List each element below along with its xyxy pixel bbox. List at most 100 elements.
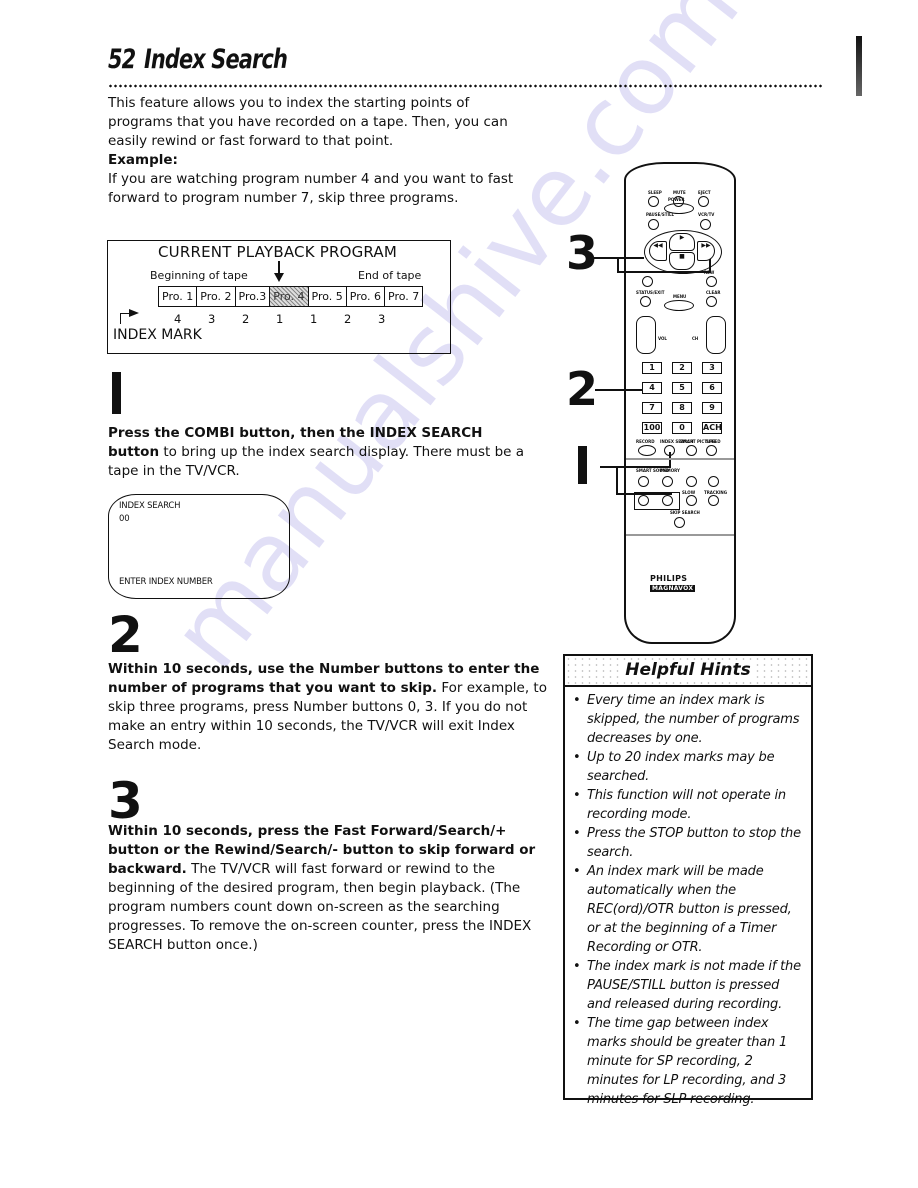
smart-picture-button[interactable] bbox=[686, 445, 697, 456]
program-cell: Pro. 7 bbox=[388, 290, 420, 303]
program-cell-current: Pro. 4 bbox=[270, 287, 309, 306]
slow-up-button[interactable] bbox=[686, 476, 697, 487]
index-mark-diagram: CURRENT PLAYBACK PROGRAM Beginning of ta… bbox=[107, 240, 451, 354]
smart-sound-button[interactable] bbox=[638, 476, 649, 487]
hints-title: Helpful Hints bbox=[622, 660, 754, 680]
program-cell: Pro. 2 bbox=[197, 287, 236, 306]
remote-divider bbox=[626, 534, 734, 536]
page-heading: Index Search bbox=[143, 44, 288, 75]
clock-button[interactable] bbox=[638, 495, 649, 506]
beginning-of-tape-label: Beginning of tape bbox=[150, 269, 248, 282]
status-exit-button[interactable] bbox=[640, 296, 651, 307]
tracking-label: TRACKING bbox=[704, 490, 728, 495]
memory-label: MEMORY bbox=[660, 468, 680, 473]
skip-count: 2 bbox=[344, 312, 352, 326]
number-key[interactable]: 0 bbox=[672, 422, 692, 434]
volume-rocker[interactable] bbox=[636, 316, 656, 354]
memory-button[interactable] bbox=[662, 476, 673, 487]
callout-line bbox=[617, 257, 619, 271]
hint-item: An index mark will be made automatically… bbox=[573, 862, 805, 957]
skip-search-button[interactable] bbox=[674, 517, 685, 528]
ch-label: CH bbox=[692, 336, 699, 341]
hint-item: Press the STOP button to stop the search… bbox=[573, 824, 805, 862]
example-label: Example: bbox=[108, 152, 178, 168]
remote-control: SLEEP MUTE EJECT PAUSE/STILL POWER VCR/T… bbox=[624, 162, 736, 644]
number-key[interactable]: 1 bbox=[642, 362, 662, 374]
step-3-number: 3 bbox=[108, 772, 143, 830]
clear-button[interactable] bbox=[706, 296, 717, 307]
channel-rocker[interactable] bbox=[706, 316, 726, 354]
step-1-text: Press the COMBI button, then the INDEX S… bbox=[108, 424, 538, 481]
number-key[interactable]: ACH bbox=[702, 422, 722, 434]
skip-count: 3 bbox=[378, 312, 386, 326]
right-button[interactable] bbox=[706, 276, 717, 287]
record-otr-button[interactable] bbox=[638, 445, 656, 456]
combi-button[interactable] bbox=[662, 495, 673, 506]
speed-button[interactable] bbox=[706, 445, 717, 456]
dotted-divider bbox=[108, 84, 822, 88]
remote-callout-2: 2 bbox=[566, 362, 599, 416]
osd-value: 00 bbox=[119, 514, 130, 524]
transport-dpad: ▶ ■ ◀◀ ▶▶ bbox=[644, 230, 722, 274]
sleep-button[interactable] bbox=[648, 196, 659, 207]
index-search-osd: INDEX SEARCH 00 ENTER INDEX NUMBER bbox=[108, 494, 290, 599]
hints-list: Every time an index mark is skipped, the… bbox=[565, 691, 811, 1109]
fast-forward-search-button[interactable]: ▶▶ bbox=[697, 241, 715, 261]
number-key[interactable]: 5 bbox=[672, 382, 692, 394]
eject-button[interactable] bbox=[698, 196, 709, 207]
skip-count: 2 bbox=[242, 312, 250, 326]
vol-label: VOL bbox=[658, 336, 667, 341]
remote-divider bbox=[626, 458, 734, 460]
record-label: RECORD bbox=[636, 439, 655, 444]
hint-item: The time gap between index marks should … bbox=[573, 1014, 805, 1109]
step-1-detail: to bring up the index search display. Th… bbox=[108, 444, 525, 479]
vcr-tv-button[interactable] bbox=[700, 219, 711, 230]
callout-line bbox=[616, 466, 618, 494]
skip-search-label: SKIP SEARCH bbox=[670, 510, 700, 515]
pause-still-button[interactable] bbox=[648, 219, 659, 230]
page-number: 52 bbox=[108, 44, 136, 75]
rewind-search-button[interactable]: ◀◀ bbox=[649, 241, 667, 261]
skip-count: 3 bbox=[208, 312, 216, 326]
index-search-button[interactable] bbox=[664, 445, 675, 456]
tracking-up-button[interactable] bbox=[708, 476, 719, 487]
step-2-text: Within 10 seconds, use the Number button… bbox=[108, 660, 548, 755]
number-key[interactable]: 3 bbox=[702, 362, 722, 374]
vcrtv-label: VCR/TV bbox=[698, 212, 715, 217]
number-key[interactable]: 6 bbox=[702, 382, 722, 394]
number-key[interactable]: 9 bbox=[702, 402, 722, 414]
power-label: POWER bbox=[668, 197, 685, 202]
number-key[interactable]: 4 bbox=[642, 382, 662, 394]
speed-label: SPEED bbox=[706, 439, 721, 444]
number-key[interactable]: 2 bbox=[672, 362, 692, 374]
number-key[interactable]: 100 bbox=[642, 422, 662, 434]
program-cell: Pro. 5 bbox=[309, 287, 347, 306]
clear-label: CLEAR bbox=[706, 290, 721, 295]
number-key[interactable]: 8 bbox=[672, 402, 692, 414]
remote-callout-1 bbox=[578, 446, 587, 484]
skip-count: 4 bbox=[174, 312, 182, 326]
menu-button[interactable] bbox=[664, 300, 694, 311]
index-mark-label: INDEX MARK bbox=[113, 327, 202, 343]
remote-callout-3: 3 bbox=[566, 226, 599, 280]
stop-button[interactable]: ■ bbox=[669, 252, 695, 270]
left-button[interactable] bbox=[642, 276, 653, 287]
index-mark-arrow-icon bbox=[120, 309, 139, 324]
play-button[interactable]: ▶ bbox=[669, 233, 695, 251]
skip-counts: 4 3 2 1 1 2 3 bbox=[174, 312, 412, 326]
program-cell: Pro. 6 bbox=[347, 287, 386, 306]
current-program-arrow-icon bbox=[274, 261, 284, 282]
number-key[interactable]: 7 bbox=[642, 402, 662, 414]
skip-count: 1 bbox=[276, 312, 284, 326]
page-title: 52 Index Search bbox=[108, 44, 288, 75]
intro-section: This feature allows you to index the sta… bbox=[108, 94, 538, 208]
osd-prompt: ENTER INDEX NUMBER bbox=[119, 577, 213, 587]
step-3-text: Within 10 seconds, press the Fast Forwar… bbox=[108, 822, 548, 955]
power-button[interactable] bbox=[664, 203, 694, 214]
mute-label: MUTE bbox=[673, 190, 686, 195]
slow-down-button[interactable] bbox=[686, 495, 697, 506]
step-1-number bbox=[112, 372, 121, 414]
tracking-down-button[interactable] bbox=[708, 495, 719, 506]
skip-count: 1 bbox=[310, 312, 318, 326]
end-of-tape-label: End of tape bbox=[358, 269, 422, 282]
